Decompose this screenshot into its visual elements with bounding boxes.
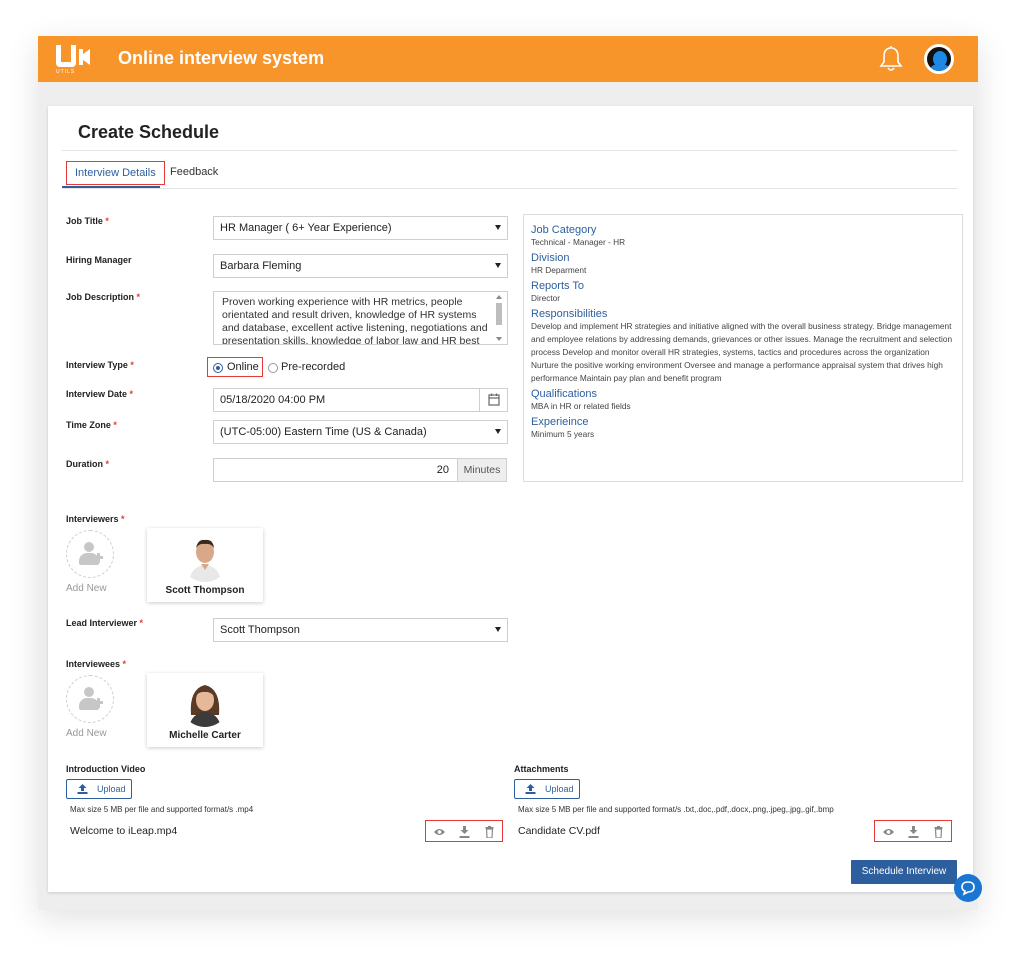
add-interviewee-button[interactable] xyxy=(66,675,114,723)
app-window: UTILS Online interview system Create Sch… xyxy=(38,36,978,910)
duration-unit: Minutes xyxy=(457,458,507,482)
user-avatar[interactable] xyxy=(924,44,954,74)
interview-date-label: Interview Date * xyxy=(66,389,134,399)
job-title-label: Job Title * xyxy=(66,216,109,226)
job-description-label: Job Description * xyxy=(66,292,141,302)
logo-subtitle: UTILS xyxy=(56,69,76,75)
radio-pre-recorded-label[interactable]: Pre-recorded xyxy=(281,361,345,373)
upload-icon xyxy=(77,784,88,794)
eye-icon[interactable] xyxy=(882,825,895,837)
download-icon[interactable] xyxy=(907,825,920,838)
interview-date-input[interactable]: 05/18/2020 04:00 PM xyxy=(213,388,508,412)
chevron-down-icon xyxy=(495,263,501,268)
add-interviewer-label[interactable]: Add New xyxy=(66,583,107,594)
attachment-file-actions xyxy=(874,820,952,842)
interviewer-photo xyxy=(181,534,229,582)
duration-input[interactable]: 20 xyxy=(213,458,458,482)
chevron-down-icon xyxy=(495,627,501,632)
info-heading-reports-to: Reports To xyxy=(531,280,584,292)
page-title: Create Schedule xyxy=(78,122,220,142)
tabs-divider xyxy=(62,188,958,189)
info-heading-responsibilities: Responsibilities xyxy=(531,308,608,320)
interviewers-label: Interviewers * xyxy=(66,514,125,524)
hiring-manager-label: Hiring Manager xyxy=(66,255,132,265)
interview-type-label: Interview Type * xyxy=(66,360,134,370)
info-heading-division: Division xyxy=(531,252,570,264)
info-value-division: HR Deparment xyxy=(531,265,587,275)
attachments-hint: Max size 5 MB per file and supported for… xyxy=(518,805,834,814)
info-heading-job-category: Job Category xyxy=(531,224,597,236)
radio-pre-recorded[interactable] xyxy=(268,363,278,373)
info-value-responsibilities: Develop and implement HR strategies and … xyxy=(531,321,953,383)
interviewer-card[interactable]: Scott Thompson xyxy=(147,528,263,602)
info-heading-experience: Experieince xyxy=(531,416,589,428)
title-divider xyxy=(62,150,958,151)
create-schedule-card: Create Schedule Interview Details Feedba… xyxy=(48,106,973,892)
interviewee-name: Michelle Carter xyxy=(169,730,241,741)
attachments-upload-button[interactable]: Upload xyxy=(514,779,580,799)
chat-bubble-icon[interactable] xyxy=(954,874,982,902)
add-interviewer-button[interactable] xyxy=(66,530,114,578)
schedule-interview-button[interactable]: Schedule Interview xyxy=(851,860,957,884)
intro-video-file-name: Welcome to iLeap.mp4 xyxy=(70,825,178,837)
job-description-textarea[interactable]: Proven working experience with HR metric… xyxy=(213,291,508,345)
chevron-down-icon xyxy=(495,429,501,434)
trash-icon[interactable] xyxy=(932,825,945,839)
tab-interview-details[interactable]: Interview Details xyxy=(66,161,165,185)
top-bar: UTILS Online interview system xyxy=(38,36,978,82)
lead-interviewer-label: Lead Interviewer * xyxy=(66,618,144,628)
info-value-qualifications: MBA in HR or related fields xyxy=(531,401,631,411)
app-logo[interactable]: UTILS xyxy=(56,45,96,75)
intro-video-label: Introduction Video xyxy=(66,764,146,774)
attachment-file-name: Candidate CV.pdf xyxy=(518,825,600,837)
interviewee-card[interactable]: Michelle Carter xyxy=(147,673,263,747)
interviewee-photo xyxy=(181,679,229,727)
chevron-down-icon xyxy=(495,225,501,230)
info-heading-qualifications: Qualifications xyxy=(531,388,598,400)
add-interviewee-label[interactable]: Add New xyxy=(66,728,107,739)
intro-video-hint: Max size 5 MB per file and supported for… xyxy=(70,805,254,814)
app-title: Online interview system xyxy=(118,48,325,68)
job-title-select[interactable]: HR Manager ( 6+ Year Experience) xyxy=(213,216,508,240)
tab-feedback[interactable]: Feedback xyxy=(170,166,218,178)
interviewees-label: Interviewees * xyxy=(66,659,127,669)
time-zone-select[interactable]: (UTC-05:00) Eastern Time (US & Canada) xyxy=(213,420,508,444)
bell-icon[interactable] xyxy=(878,45,904,73)
radio-online[interactable] xyxy=(213,363,223,373)
textarea-scrollbar[interactable] xyxy=(494,293,504,343)
trash-icon[interactable] xyxy=(483,825,496,839)
interviewer-name: Scott Thompson xyxy=(165,585,245,596)
job-info-panel: Job Category Technical - Manager - HR Di… xyxy=(523,214,963,482)
calendar-icon[interactable] xyxy=(479,388,507,412)
lead-interviewer-select[interactable]: Scott Thompson xyxy=(213,618,508,642)
eye-icon[interactable] xyxy=(433,825,446,837)
intro-video-upload-button[interactable]: Upload xyxy=(66,779,132,799)
intro-video-file-actions xyxy=(425,820,503,842)
info-value-job-category: Technical - Manager - HR xyxy=(531,237,626,247)
info-value-reports-to: Director xyxy=(531,293,561,303)
hiring-manager-select[interactable]: Barbara Fleming xyxy=(213,254,508,278)
attachments-label: Attachments xyxy=(514,764,569,774)
info-value-experience: Minimum 5 years xyxy=(531,429,595,439)
duration-label: Duration * xyxy=(66,459,110,469)
time-zone-label: Time Zone * xyxy=(66,420,117,430)
download-icon[interactable] xyxy=(458,825,471,838)
radio-online-label[interactable]: Online xyxy=(227,361,259,373)
upload-icon xyxy=(525,784,536,794)
